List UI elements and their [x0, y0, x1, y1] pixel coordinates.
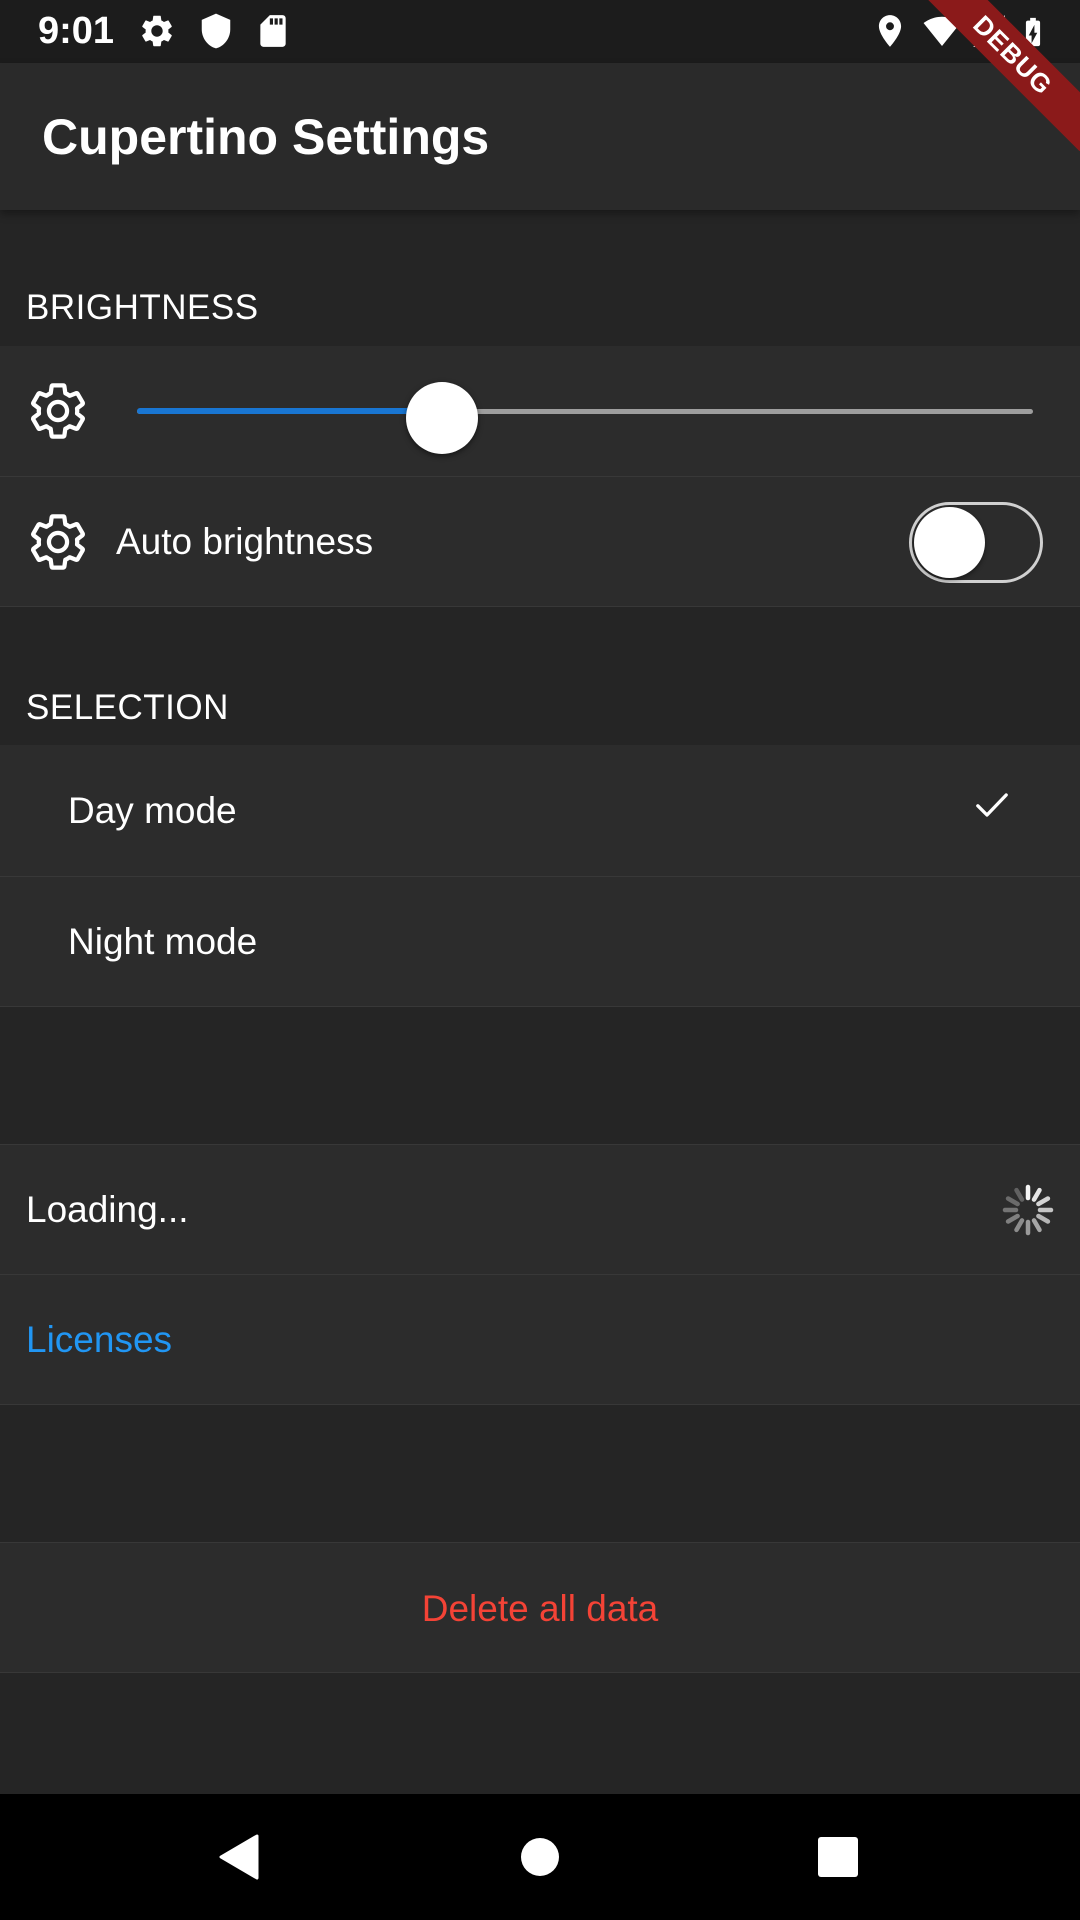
- spinner-icon: [1002, 1184, 1054, 1236]
- app-bar: Cupertino Settings: [0, 63, 1080, 210]
- loading-row: Loading...: [0, 1144, 1080, 1275]
- delete-row[interactable]: Delete all data: [0, 1542, 1080, 1673]
- brightness-gear-icon: [26, 379, 90, 448]
- checkmark-icon: [976, 793, 1008, 817]
- battery-charging-icon: [1025, 17, 1041, 47]
- auto-brightness-label: Auto brightness: [116, 521, 374, 562]
- slider-thumb[interactable]: [406, 382, 478, 454]
- recents-icon[interactable]: [817, 1836, 859, 1878]
- status-time: 9:01: [38, 10, 115, 52]
- slider-fill: [137, 408, 442, 414]
- delete-all-data-button[interactable]: Delete all data: [0, 1587, 1080, 1631]
- brightness-slider-row: [0, 346, 1080, 477]
- gear-icon: [142, 15, 172, 47]
- licenses-link[interactable]: Licenses: [26, 1318, 172, 1362]
- sd-card-icon: [260, 15, 286, 47]
- system-nav-bar: [0, 1794, 1080, 1920]
- loading-label: Loading...: [26, 1189, 189, 1230]
- switch-knob: [914, 507, 985, 578]
- option-day-mode[interactable]: Day mode: [0, 745, 1080, 877]
- auto-brightness-gear-icon: [26, 510, 90, 579]
- shield-icon: [201, 13, 231, 49]
- wifi-icon: [923, 16, 961, 47]
- option-label: Day mode: [68, 790, 237, 831]
- signal-icon: [973, 15, 1005, 47]
- section-header-selection: SELECTION: [26, 688, 229, 727]
- page-title: Cupertino Settings: [42, 109, 490, 165]
- option-night-mode[interactable]: Night mode: [0, 877, 1080, 1007]
- brightness-slider[interactable]: [137, 346, 1033, 476]
- auto-brightness-switch[interactable]: [909, 502, 1043, 583]
- status-bar: 9:01: [0, 0, 1080, 63]
- licenses-row[interactable]: Licenses: [0, 1275, 1080, 1405]
- back-icon[interactable]: [217, 1834, 261, 1880]
- section-header-brightness: BRIGHTNESS: [26, 288, 259, 327]
- auto-brightness-row: Auto brightness: [0, 477, 1080, 607]
- home-icon[interactable]: [519, 1836, 561, 1878]
- option-label: Night mode: [68, 921, 258, 962]
- location-icon: [878, 15, 902, 47]
